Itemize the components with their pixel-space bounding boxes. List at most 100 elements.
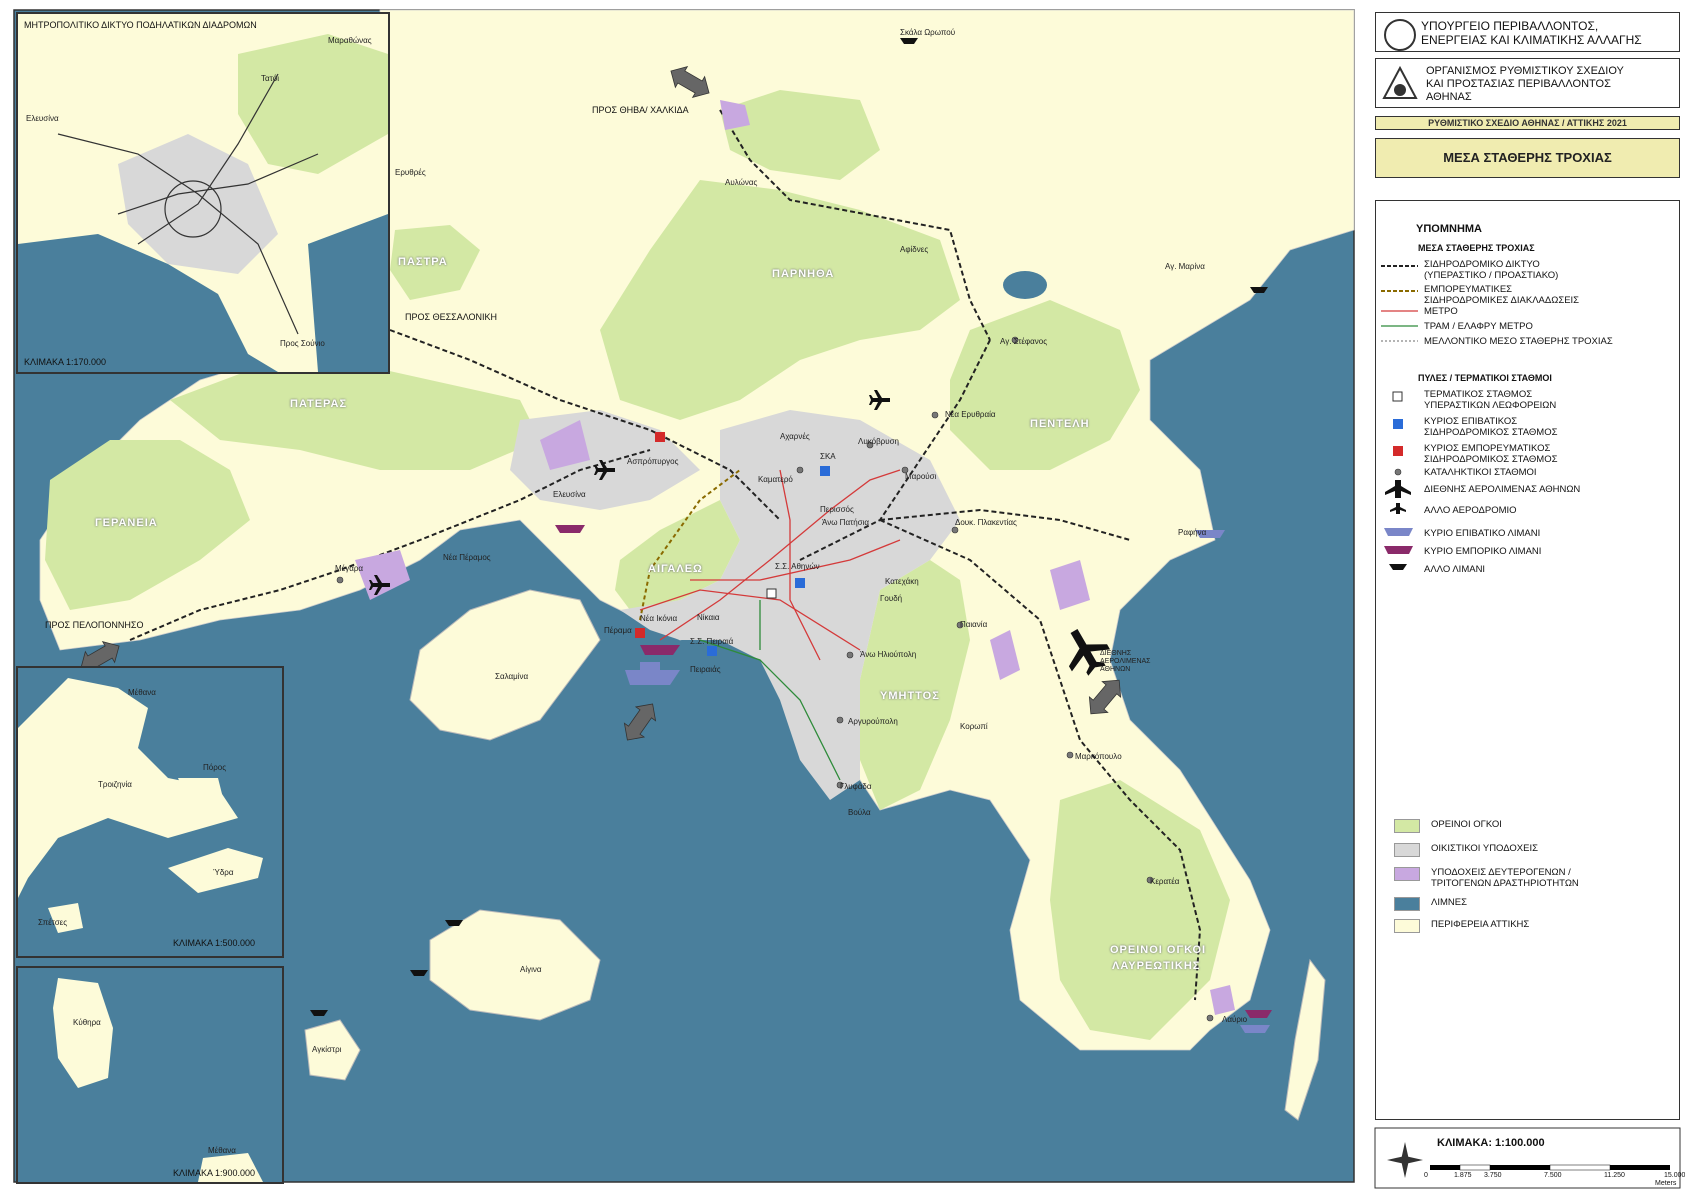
bike-network-inset[interactable]: ΜΗΤΡΟΠΟΛΙΤΙΚΟ ΔΙΚΤΥΟ ΠΟΔΗΛΑΤΙΚΩΝ ΔΙΑΔΡΟΜ… <box>16 12 390 374</box>
scale-tick-label: 11.250 <box>1604 1172 1625 1179</box>
commercial-port-icon[interactable] <box>640 645 680 655</box>
place-label: Νέα Πέραμος <box>443 553 491 562</box>
saronic-inset[interactable]: ΚΛΙΜΑΚΑ 1:500.000 Μέθανα Πόρος Τροιζηνία… <box>16 666 284 958</box>
legend-swatch <box>1394 897 1420 911</box>
place-label: Πειραιάς <box>690 665 721 674</box>
ministry-seal-icon <box>1384 19 1416 51</box>
scale-tick-label: 0 <box>1424 1172 1428 1179</box>
direction-label: ΠΡΟΣ ΘΗΒΑ/ ΧΑΛΚΙΔΑ <box>592 105 689 115</box>
bus-terminal-icon[interactable] <box>766 588 777 599</box>
place-label: Λυκόβρυση <box>858 437 899 446</box>
place-label: Κατεχάκη <box>885 577 919 586</box>
scale-bar <box>1430 1164 1670 1171</box>
place-label: Καματερό <box>758 475 793 484</box>
direction-label: ΠΡΟΣ ΠΕΛΟΠΟΝΝΗΣΟ <box>45 620 144 630</box>
place-label: Μαρούσι <box>905 472 937 481</box>
place-label: Ερυθρές <box>395 168 426 177</box>
legend-item: ΥΠΟΔΟΧΕΙΣ ΔΕΥΤΕΡΟΓΕΝΩΝ / ΤΡΙΤΟΓΕΝΩΝ ΔΡΑΣ… <box>1431 867 1579 889</box>
map-title: ΜΕΣΑ ΣΤΑΘΕΡΗΣ ΤΡΟΧΙΑΣ <box>1443 150 1612 165</box>
legend-point-symbols <box>1384 391 1413 570</box>
commercial-port-icon[interactable] <box>555 525 585 533</box>
legend-item: ΜΕΤΡΟ <box>1424 306 1458 317</box>
passenger-port-icon[interactable] <box>1240 1025 1270 1033</box>
place-label: Αίγινα <box>520 965 542 974</box>
place-label: Τροιζηνία <box>98 780 132 789</box>
legend-item: ΚΥΡΙΟ ΕΠΙΒΑΤΙΚΟ ΛΙΜΑΝΙ <box>1424 528 1541 539</box>
place-label: Κορωπί <box>960 722 988 731</box>
place-label: Αγ. Μαρίνα <box>1165 262 1205 271</box>
place-label: Νίκαια <box>697 613 720 622</box>
place-label: Περισσός <box>820 505 854 514</box>
plan-title: ΡΥΘΜΙΣΤΙΚΟ ΣΧΕΔΙΟ ΑΘΗΝΑΣ / ΑΤΤΙΚΗΣ 2021 <box>1428 118 1627 128</box>
legend-item: ΛΙΜΝΕΣ <box>1431 897 1467 908</box>
place-label: ΣΚΑ <box>820 452 836 461</box>
legend-item: ΚΥΡΙΟΣ ΕΜΠΟΡΕΥΜΑΤΙΚΟΣ ΣΙΔΗΡΟΔΡΟΜΙΚΟΣ ΣΤΑ… <box>1424 443 1558 465</box>
place-label: Προς Σούνιο <box>280 339 325 348</box>
legend-section-gates: ΠΥΛΕΣ / ΤΕΡΜΑΤΙΚΟΙ ΣΤΑΘΜΟΙ <box>1418 373 1552 383</box>
place-label: Μέγαρα <box>335 564 364 573</box>
place-label: Νέα Ικόνια <box>640 614 678 623</box>
airport-label: ΔΙΕΘΝΗΣ ΑΕΡΟΛΙΜΕΝΑΣ ΑΘΗΝΩΝ <box>1100 650 1151 673</box>
plan-banner: ΡΥΘΜΙΣΤΙΚΟ ΣΧΕΔΙΟ ΑΘΗΝΑΣ / ΑΤΤΙΚΗΣ 2021 <box>1375 116 1680 130</box>
mountain-label: ΓΕΡΑΝΕΙΑ <box>95 517 158 529</box>
legend-item: ΚΥΡΙΟΣ ΕΠΙΒΑΤΙΚΟΣ ΣΙΔΗΡΟΔΡΟΜΙΚΟΣ ΣΤΑΘΜΟΣ <box>1424 416 1558 438</box>
mountain-label: ΛΑΥΡΕΩΤΙΚΗΣ <box>1112 960 1201 972</box>
place-label: Ασπρόπυργος <box>627 457 679 466</box>
mountain-label: ΥΜΗΤΤΟΣ <box>880 690 940 702</box>
scale-unit: Meters <box>1655 1180 1677 1187</box>
mountain-label: ΠΑΡΝΗΘΑ <box>772 268 835 280</box>
place-label: Αγκίστρι <box>312 1045 342 1054</box>
place-label: Βούλα <box>848 808 871 817</box>
mountain-label: ΑΙΓΑΛΕΩ <box>648 563 703 575</box>
place-label: Σ.Σ. Πειραιά <box>690 637 734 646</box>
legend-item: ΤΡΑΜ / ΕΛΑΦΡΥ ΜΕΤΡΟ <box>1424 321 1533 332</box>
legend-item: ΟΡΕΙΝΟΙ ΟΓΚΟΙ <box>1431 819 1502 830</box>
place-label: Μέθανα <box>208 1146 236 1155</box>
place-label: Αφίδνες <box>900 245 929 254</box>
place-label: Πόρος <box>203 763 227 772</box>
scale-tick-label: 7.500 <box>1544 1172 1562 1179</box>
legend-item: ΟΙΚΙΣΤΙΚΟΙ ΥΠΟΔΟΧΕΙΣ <box>1431 843 1538 854</box>
place-label: Ραφήνα <box>1178 528 1207 537</box>
inset-map <box>18 678 263 933</box>
ministry-name: ΥΠΟΥΡΓΕΙΟ ΠΕΡΙΒΑΛΛΟΝΤΟΣ, ΕΝΕΡΓΕΙΑΣ ΚΑΙ Κ… <box>1421 19 1642 47</box>
title-box: ΜΕΣΑ ΣΤΑΘΕΡΗΣ ΤΡΟΧΙΑΣ <box>1375 138 1680 178</box>
mountain-label: ΠΕΝΤΕΛΗ <box>1030 418 1090 430</box>
place-label: Δουκ. Πλακεντίας <box>955 518 1017 527</box>
legend-item: ΜΕΛΛΟΝΤΙΚΟ ΜΕΣΟ ΣΤΑΘΕΡΗΣ ΤΡΟΧΙΑΣ <box>1424 336 1613 347</box>
place-label: Ελευσίνα <box>26 114 59 123</box>
inset-scale: ΚΛΙΜΑΚΑ 1:500.000 <box>173 938 256 948</box>
legend-item: ΔΙΕΘΝΗΣ ΑΕΡΟΛΙΜΕΝΑΣ ΑΘΗΝΩΝ <box>1424 484 1581 495</box>
place-label: Σαλαμίνα <box>495 672 529 681</box>
place-label: Πέραμα <box>604 626 632 635</box>
ministry-box: ΥΠΟΥΡΓΕΙΟ ΠΕΡΙΒΑΛΛΟΝΤΟΣ, ΕΝΕΡΓΕΙΑΣ ΚΑΙ Κ… <box>1375 12 1680 52</box>
legend-title: ΥΠΟΜΝΗΜΑ <box>1416 223 1482 235</box>
kythira-inset[interactable]: ΚΛΙΜΑΚΑ 1:900.000 Κύθηρα Μέθανα <box>16 966 284 1184</box>
legend-box: ΥΠΟΜΝΗΜΑ ΜΕΣΑ ΣΤΑΘΕΡΗΣ ΤΡΟΧΙΑΣ ΣΙΔΗΡΟΔΡΟ… <box>1375 200 1680 1120</box>
organization-logo-icon <box>1382 66 1418 99</box>
place-label: Αυλώνας <box>725 178 758 187</box>
inset-scale: ΚΛΙΜΑΚΑ 1:170.000 <box>24 357 107 367</box>
place-label: Κερατέα <box>1150 877 1180 886</box>
legend-item: ΣΙΔΗΡΟΔΡΟΜΙΚΟ ΔΙΚΤΥΟ (ΥΠΕΡΑΣΤΙΚΟ / ΠΡΟΑΣ… <box>1424 259 1559 281</box>
place-label: Γλυφάδα <box>840 782 872 791</box>
legend-section-rail: ΜΕΣΑ ΣΤΑΘΕΡΗΣ ΤΡΟΧΙΑΣ <box>1418 243 1535 253</box>
inset-map <box>53 978 263 1182</box>
legend-item: ΚΑΤΑΛΗΚΤΙΚΟΙ ΣΤΑΘΜΟΙ <box>1424 467 1537 478</box>
place-label: Αχαρνές <box>780 432 810 441</box>
place-label: Τατόι <box>261 74 280 83</box>
place-label: Αργυρούπολη <box>848 717 898 726</box>
place-label: Σκάλα Ωρωπού <box>900 28 956 37</box>
place-label: Άνω Πατήσια <box>822 518 870 527</box>
legend-item: ΕΜΠΟΡΕΥΜΑΤΙΚΕΣ ΣΙΔΗΡΟΔΡΟΜΙΚΕΣ ΔΙΑΚΛΑΔΩΣΕ… <box>1424 284 1580 306</box>
legend-swatch <box>1394 819 1420 833</box>
place-label: Αγ. Στέφανος <box>1000 337 1048 346</box>
legend-swatch <box>1394 867 1420 881</box>
legend-item: ΑΛΛΟ ΑΕΡΟΔΡΟΜΙΟ <box>1424 505 1517 516</box>
scale-tick-label: 3.750 <box>1484 1172 1502 1179</box>
mountain-label: ΠΑΤΕΡΑΣ <box>290 398 348 410</box>
place-label: Μαραθώνας <box>328 36 372 45</box>
organization-name: ΟΡΓΑΝΙΣΜΟΣ ΡΥΘΜΙΣΤΙΚΟΥ ΣΧΕΔΙΟΥ ΚΑΙ ΠΡΟΣΤ… <box>1426 65 1624 103</box>
legend-item: ΠΕΡΙΦΕΡΕΙΑ ΑΤΤΙΚΗΣ <box>1431 919 1530 930</box>
place-label: Μαρκόπουλο <box>1075 752 1122 761</box>
